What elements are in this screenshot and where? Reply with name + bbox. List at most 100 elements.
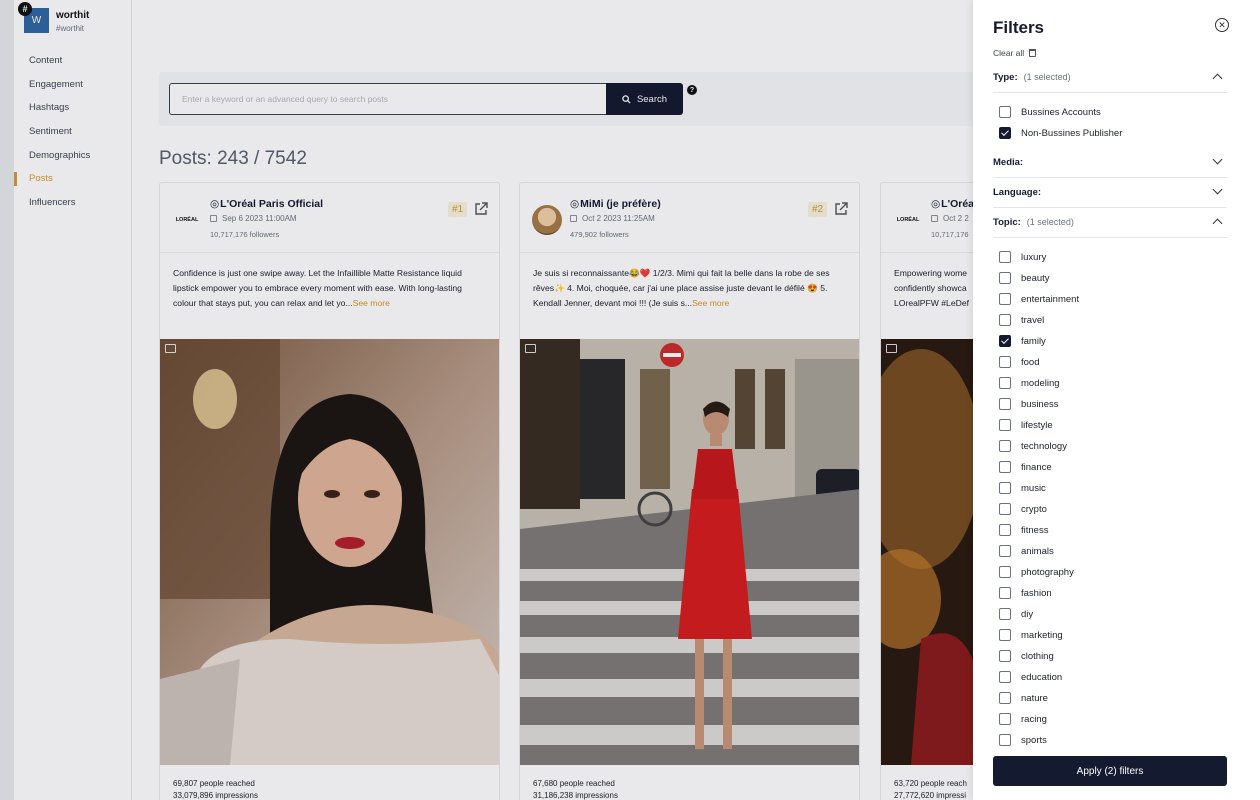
topic-option-marketing[interactable]: marketing	[999, 626, 1063, 644]
checkbox[interactable]	[999, 692, 1011, 704]
filter-section-topic: Topic: (1 selected)	[993, 207, 1227, 238]
filter-type-toggle[interactable]: Type: (1 selected)	[993, 62, 1227, 92]
apply-filters-button[interactable]: Apply (2) filters	[993, 756, 1227, 786]
checkbox[interactable]	[999, 335, 1011, 347]
close-icon[interactable]: ✕	[1215, 18, 1229, 32]
topic-option-travel[interactable]: travel	[999, 311, 1044, 329]
checkbox[interactable]	[999, 356, 1011, 368]
filter-type-label: Type:	[993, 71, 1018, 83]
topic-option-fitness[interactable]: fitness	[999, 521, 1048, 539]
filter-option-label: music	[1021, 482, 1046, 494]
filter-type-selected: (1 selected)	[1023, 72, 1071, 82]
checkbox[interactable]	[999, 713, 1011, 725]
filter-option-label: lifestyle	[1021, 419, 1053, 431]
filter-section-language: Language:	[993, 177, 1227, 208]
chevron-up-icon	[1212, 73, 1223, 84]
filter-option-label: modeling	[1021, 377, 1060, 389]
clear-all-label: Clear all	[993, 48, 1025, 58]
checkbox[interactable]	[999, 398, 1011, 410]
filter-option-label: crypto	[1021, 503, 1047, 515]
filter-option-label: entertainment	[1021, 293, 1080, 305]
checkbox[interactable]	[999, 545, 1011, 557]
filter-section-media: Media:	[993, 147, 1227, 178]
topic-option-modeling[interactable]: modeling	[999, 374, 1060, 392]
filter-option-label: marketing	[1021, 629, 1063, 641]
checkbox[interactable]	[999, 734, 1011, 746]
topic-option-crypto[interactable]: crypto	[999, 500, 1047, 518]
topic-option-lifestyle[interactable]: lifestyle	[999, 416, 1053, 434]
topic-option-nature[interactable]: nature	[999, 689, 1048, 707]
checkbox[interactable]	[999, 314, 1011, 326]
filters-drawer: Filters ✕ Clear all Type: (1 selected) B…	[973, 0, 1260, 800]
chevron-up-icon	[1212, 218, 1223, 229]
filter-option[interactable]: Non-Bussines Publisher	[999, 124, 1122, 142]
topic-option-photography[interactable]: photography	[999, 563, 1074, 581]
filter-option-label: nature	[1021, 692, 1048, 704]
topic-option-finance[interactable]: finance	[999, 458, 1052, 476]
chevron-down-icon	[1212, 184, 1223, 195]
filter-option-label: business	[1021, 398, 1059, 410]
topic-option-technology[interactable]: technology	[999, 437, 1067, 455]
modal-backdrop[interactable]	[0, 0, 973, 800]
filter-option-label: photography	[1021, 566, 1074, 578]
checkbox[interactable]	[999, 419, 1011, 431]
filters-title: Filters	[993, 18, 1045, 37]
filter-option-label: family	[1021, 335, 1046, 347]
filter-section-type: Type: (1 selected)	[993, 62, 1227, 93]
chevron-down-icon	[1212, 154, 1223, 165]
checkbox[interactable]	[999, 524, 1011, 536]
filter-option-label: diy	[1021, 608, 1034, 620]
checkbox[interactable]	[999, 440, 1011, 452]
filter-option-label: sports	[1021, 734, 1047, 746]
filter-option-label: Non-Bussines Publisher	[1021, 127, 1123, 139]
checkbox[interactable]	[999, 671, 1011, 683]
trash-icon	[1029, 49, 1037, 57]
filter-option-label: luxury	[1021, 251, 1047, 263]
filter-option[interactable]: Bussines Accounts	[999, 103, 1101, 121]
checkbox[interactable]	[999, 608, 1011, 620]
checkbox[interactable]	[999, 566, 1011, 578]
topic-option-fashion[interactable]: fashion	[999, 584, 1052, 602]
filter-option-label: beauty	[1021, 272, 1050, 284]
topic-option-music[interactable]: music	[999, 479, 1046, 497]
topic-option-luxury[interactable]: luxury	[999, 248, 1046, 266]
filter-option-label: fitness	[1021, 524, 1049, 536]
checkbox[interactable]	[999, 293, 1011, 305]
checkbox[interactable]	[999, 629, 1011, 641]
checkbox[interactable]	[999, 587, 1011, 599]
checkbox[interactable]	[999, 127, 1011, 139]
topic-option-entertainment[interactable]: entertainment	[999, 290, 1079, 308]
filter-option-label: education	[1021, 671, 1063, 683]
filter-option-label: finance	[1021, 461, 1052, 473]
filter-option-label: food	[1021, 356, 1040, 368]
topic-option-racing[interactable]: racing	[999, 710, 1047, 728]
checkbox[interactable]	[999, 503, 1011, 515]
filter-media-toggle[interactable]: Media:	[993, 147, 1227, 177]
filter-option-label: clothing	[1021, 650, 1054, 662]
checkbox[interactable]	[999, 251, 1011, 263]
filter-option-label: racing	[1021, 713, 1047, 725]
filter-option-label: fashion	[1021, 587, 1052, 599]
checkbox[interactable]	[999, 461, 1011, 473]
topic-option-animals[interactable]: animals	[999, 542, 1054, 560]
filter-topic-toggle[interactable]: Topic: (1 selected)	[993, 207, 1227, 237]
clear-all-button[interactable]: Clear all	[993, 48, 1037, 58]
filter-language-toggle[interactable]: Language:	[993, 177, 1227, 207]
checkbox[interactable]	[999, 482, 1011, 494]
topic-option-food[interactable]: food	[999, 353, 1040, 371]
filter-language-label: Language:	[993, 186, 1042, 198]
filter-option-label: animals	[1021, 545, 1054, 557]
topic-option-diy[interactable]: diy	[999, 605, 1033, 623]
topic-option-family[interactable]: family	[999, 332, 1046, 350]
checkbox[interactable]	[999, 377, 1011, 389]
filter-media-label: Media:	[993, 156, 1024, 168]
topic-option-clothing[interactable]: clothing	[999, 647, 1054, 665]
topic-option-beauty[interactable]: beauty	[999, 269, 1050, 287]
topic-option-education[interactable]: education	[999, 668, 1062, 686]
topic-option-business[interactable]: business	[999, 395, 1059, 413]
filter-topic-selected: (1 selected)	[1026, 217, 1074, 227]
checkbox[interactable]	[999, 106, 1011, 118]
checkbox[interactable]	[999, 272, 1011, 284]
topic-option-sports[interactable]: sports	[999, 731, 1047, 749]
checkbox[interactable]	[999, 650, 1011, 662]
